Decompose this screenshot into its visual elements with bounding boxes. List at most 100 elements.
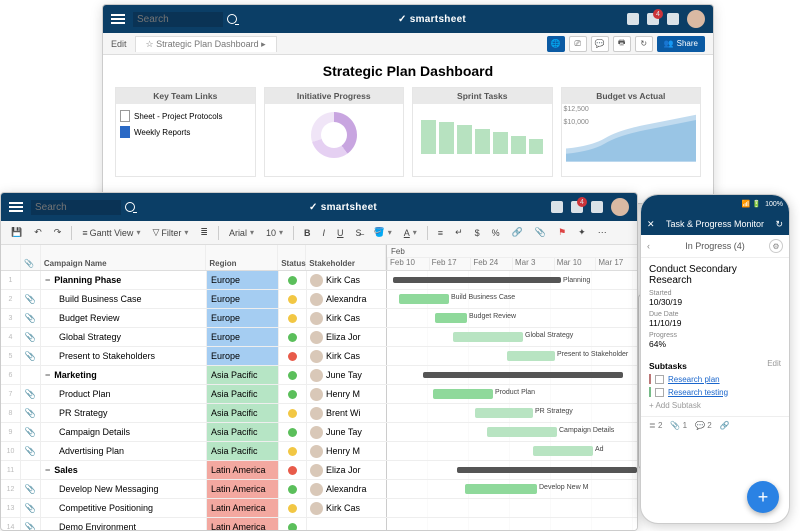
status-cell[interactable] xyxy=(279,271,307,289)
collapse-icon[interactable]: − xyxy=(45,275,50,285)
edit-link[interactable]: Edit xyxy=(111,39,127,49)
collapse-icon[interactable]: − xyxy=(45,370,50,380)
stakeholder-cell[interactable]: Eliza Jor xyxy=(307,461,387,479)
link-icon[interactable]: 🔗 xyxy=(720,421,730,430)
bell-icon[interactable]: 4 xyxy=(571,201,583,213)
attach-cell[interactable]: 📎 xyxy=(21,328,41,346)
gantt-bar[interactable] xyxy=(423,372,623,378)
gantt-cell[interactable]: PR Strategy xyxy=(387,404,637,422)
table-row[interactable]: 12📎Develop New MessagingLatin AmericaAle… xyxy=(1,480,637,499)
stakeholder-cell[interactable]: Henry M xyxy=(307,385,387,403)
table-row[interactable]: 7📎Product PlanAsia PacificHenry MProduct… xyxy=(1,385,637,404)
refresh-icon[interactable]: ↻ xyxy=(775,219,783,230)
save-icon[interactable]: 💾 xyxy=(7,225,26,240)
link-icon[interactable]: 🔗 xyxy=(508,225,527,240)
name-cell[interactable]: Global Strategy xyxy=(41,328,207,346)
table-row[interactable]: 9📎Campaign DetailsAsia PacificJune TayCa… xyxy=(1,423,637,442)
tv-button[interactable]: ⎚ xyxy=(569,36,587,52)
chevron-left-icon[interactable]: ‹ xyxy=(647,241,650,251)
attach-cell[interactable] xyxy=(21,271,41,289)
refresh-button[interactable]: ↻ xyxy=(635,36,653,52)
name-cell[interactable]: Advertising Plan xyxy=(41,442,207,460)
gantt-bar[interactable]: Present to Stakeholder xyxy=(507,351,555,361)
col-name[interactable]: Campaign Name xyxy=(41,245,207,270)
checkbox-icon[interactable] xyxy=(655,388,664,397)
stakeholder-cell[interactable]: Brent Wi xyxy=(307,404,387,422)
apps-icon[interactable] xyxy=(591,201,603,213)
more-icon[interactable]: ✦ xyxy=(574,225,590,240)
share-button[interactable]: 👥 Share xyxy=(657,36,705,52)
gantt-cell[interactable] xyxy=(387,366,637,384)
stakeholder-cell[interactable]: Alexandra xyxy=(307,480,387,498)
add-subtask[interactable]: + Add Subtask xyxy=(649,401,781,410)
stakeholder-cell[interactable]: Kirk Cas xyxy=(307,309,387,327)
region-cell[interactable]: Latin America xyxy=(207,461,279,479)
status-cell[interactable] xyxy=(279,290,307,308)
avatar[interactable] xyxy=(687,10,705,28)
stakeholder-cell[interactable]: Kirk Cas xyxy=(307,347,387,365)
attach-cell[interactable]: 📎 xyxy=(21,385,41,403)
gantt-cell[interactable]: Develop New M xyxy=(387,480,637,498)
search-icon[interactable] xyxy=(125,202,135,212)
attach-cell[interactable]: 📎 xyxy=(21,309,41,327)
currency-icon[interactable]: $ xyxy=(471,226,484,240)
percent-icon[interactable]: % xyxy=(488,226,504,240)
name-cell[interactable]: Develop New Messaging xyxy=(41,480,207,498)
name-cell[interactable]: Campaign Details xyxy=(41,423,207,441)
attach-cell[interactable]: 📎 xyxy=(21,518,41,531)
search-input[interactable] xyxy=(133,12,223,27)
phone-tab[interactable]: ‹ In Progress (4) ⚙ xyxy=(641,235,789,258)
task-card[interactable]: Conduct Secondary Research Started 10/30… xyxy=(641,258,789,416)
region-cell[interactable]: Latin America xyxy=(207,499,279,517)
edit-link[interactable]: Edit xyxy=(767,359,781,368)
region-cell[interactable]: Asia Pacific xyxy=(207,366,279,384)
textcolor-icon[interactable]: A xyxy=(400,226,421,240)
stakeholder-cell[interactable]: Eliza Jor xyxy=(307,328,387,346)
subtask-row[interactable]: Research testing xyxy=(649,387,781,397)
name-cell[interactable]: Build Business Case xyxy=(41,290,207,308)
gantt-bar[interactable]: PR Strategy xyxy=(475,408,533,418)
italic-icon[interactable]: I xyxy=(319,226,330,240)
status-cell[interactable] xyxy=(279,328,307,346)
status-cell[interactable] xyxy=(279,480,307,498)
wrap-icon[interactable]: ↵ xyxy=(451,225,467,240)
filter-button[interactable]: ▽ Filter xyxy=(148,225,192,240)
list-icon[interactable]: ≣ 2 xyxy=(649,421,662,430)
table-row[interactable]: 2📎Build Business CaseEuropeAlexandraBuil… xyxy=(1,290,637,309)
table-row[interactable]: 13📎Competitive PositioningLatin AmericaK… xyxy=(1,499,637,518)
link-item[interactable]: Sheet - Project Protocols xyxy=(120,108,251,124)
table-row[interactable]: 10📎Advertising PlanAsia PacificHenry MAd xyxy=(1,442,637,461)
gantt-cell[interactable]: Budget Review xyxy=(387,309,637,327)
attach-cell[interactable] xyxy=(21,366,41,384)
flag-icon[interactable]: ⚑ xyxy=(554,225,570,240)
table-row[interactable]: 1−Planning PhaseEuropeKirk CasPlanning xyxy=(1,271,637,290)
status-cell[interactable] xyxy=(279,347,307,365)
apps-icon[interactable] xyxy=(667,13,679,25)
gantt-cell[interactable]: Campaign Details xyxy=(387,423,637,441)
name-cell[interactable]: Budget Review xyxy=(41,309,207,327)
fab-add[interactable]: + xyxy=(747,481,779,513)
bold-icon[interactable]: B xyxy=(300,226,315,240)
table-row[interactable]: 8📎PR StrategyAsia PacificBrent WiPR Stra… xyxy=(1,404,637,423)
name-cell[interactable]: Product Plan xyxy=(41,385,207,403)
stakeholder-cell[interactable]: Alexandra xyxy=(307,290,387,308)
region-cell[interactable]: Latin America xyxy=(207,480,279,498)
format-icon[interactable]: ≣ xyxy=(196,225,212,240)
name-cell[interactable]: Present to Stakeholders xyxy=(41,347,207,365)
status-cell[interactable] xyxy=(279,385,307,403)
status-cell[interactable] xyxy=(279,442,307,460)
gantt-cell[interactable] xyxy=(387,518,637,531)
checkbox-icon[interactable] xyxy=(655,375,664,384)
name-cell[interactable]: Demo Environment xyxy=(41,518,207,531)
stakeholder-cell[interactable] xyxy=(307,518,387,531)
menu-icon[interactable] xyxy=(111,14,125,24)
stakeholder-cell[interactable]: Kirk Cas xyxy=(307,271,387,289)
region-cell[interactable]: Europe xyxy=(207,271,279,289)
gantt-bar[interactable]: Budget Review xyxy=(435,313,467,323)
gantt-cell[interactable]: Build Business Case xyxy=(387,290,637,308)
underline-icon[interactable]: U xyxy=(333,226,348,240)
gantt-bar[interactable] xyxy=(457,467,637,473)
gantt-cell[interactable]: Global Strategy xyxy=(387,328,637,346)
overflow-icon[interactable]: ⋯ xyxy=(594,225,611,240)
gantt-cell[interactable]: Planning xyxy=(387,271,637,289)
